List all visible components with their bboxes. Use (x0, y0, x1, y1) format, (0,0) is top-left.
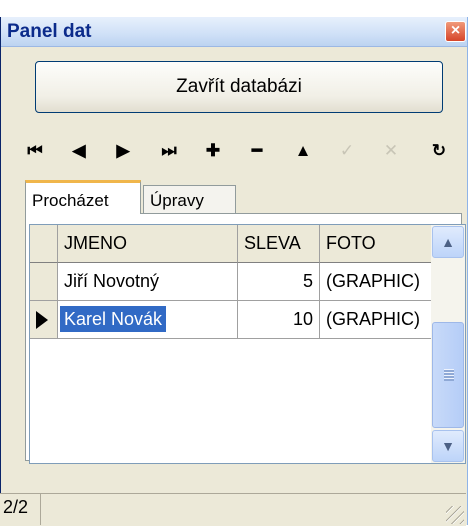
record-position-text: 2/2 (3, 497, 29, 517)
scroll-grip-icon (444, 369, 454, 381)
column-header-foto[interactable]: FOTO (320, 225, 432, 263)
window-title: Panel dat (7, 21, 92, 42)
row-indicator[interactable] (30, 301, 58, 339)
tab-upravy[interactable]: Úpravy (143, 185, 236, 214)
scroll-down-button[interactable]: ▼ (432, 430, 464, 462)
tab-prochazet[interactable]: Procházet (25, 180, 141, 214)
scroll-thumb[interactable] (432, 322, 464, 428)
column-header-jmeno[interactable]: JMENO (58, 225, 238, 263)
insert-record-button[interactable]: ✚ (200, 137, 226, 165)
first-record-button[interactable]: ⏮ (22, 137, 48, 165)
resize-grip-icon[interactable] (446, 506, 464, 524)
db-navigator: ⏮ ◀ ▶ ⏭ ✚ ━ ▲ ✓ ✕ ↻ (22, 137, 462, 165)
cell-foto[interactable]: (GRAPHIC) (320, 263, 432, 301)
post-edit-button[interactable]: ✓ (334, 137, 360, 165)
selected-cell-text: Karel Novák (60, 306, 167, 332)
last-record-button[interactable]: ⏭ (156, 137, 182, 165)
cell-sleva[interactable]: 5 (238, 263, 320, 301)
title-bar[interactable]: Panel dat × (1, 17, 467, 47)
scroll-up-button[interactable]: ▲ (432, 226, 464, 258)
cell-sleva[interactable]: 10 (238, 301, 320, 339)
table-row[interactable]: Jiří Novotný 5 (GRAPHIC) (30, 263, 432, 301)
data-grid[interactable]: JMENO SLEVA FOTO Jiří Novotný 5 (GRAPHIC… (29, 224, 466, 464)
column-header-sleva[interactable]: SLEVA (238, 225, 320, 263)
refresh-button[interactable]: ↻ (426, 137, 452, 165)
next-record-button[interactable]: ▶ (110, 137, 136, 165)
cancel-edit-button[interactable]: ✕ (378, 137, 404, 165)
cell-jmeno-selected[interactable]: Karel Novák (58, 301, 238, 339)
row-indicator[interactable] (30, 263, 58, 301)
delete-record-button[interactable]: ━ (244, 137, 270, 165)
vertical-scrollbar[interactable]: ▲ ▼ (431, 225, 465, 463)
close-window-button[interactable]: × (445, 21, 466, 42)
current-row-arrow-icon (36, 311, 48, 329)
prior-record-button[interactable]: ◀ (66, 137, 92, 165)
edit-record-button[interactable]: ▲ (290, 137, 316, 165)
row-indicator-header (30, 225, 58, 263)
table-row-current[interactable]: Karel Novák 10 (GRAPHIC) (30, 301, 432, 339)
cell-foto[interactable]: (GRAPHIC) (320, 301, 432, 339)
close-database-button[interactable]: Zavřít databázi (35, 61, 443, 113)
grid-header-row: JMENO SLEVA FOTO (30, 225, 432, 263)
status-bar (0, 493, 466, 526)
cell-jmeno[interactable]: Jiří Novotný (58, 263, 238, 301)
